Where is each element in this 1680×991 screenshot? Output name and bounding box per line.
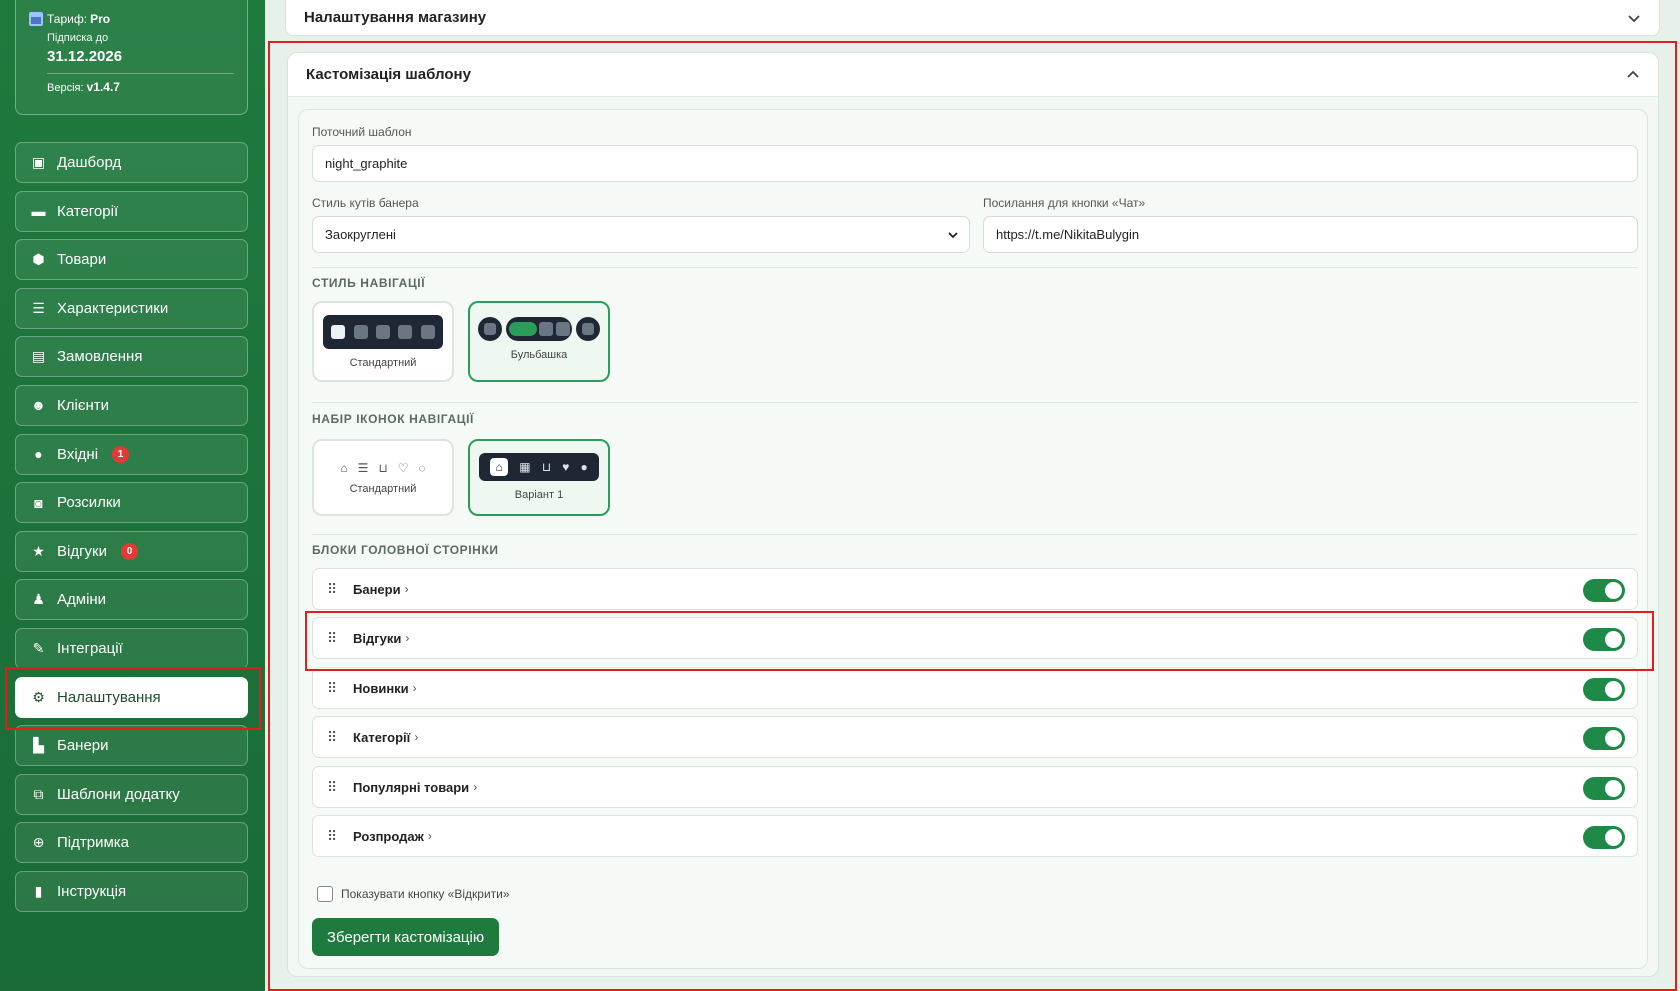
sidebar-item-orders[interactable]: ▤ Замовлення: [15, 336, 248, 378]
chevron-down-icon: [1628, 14, 1640, 22]
sidebar-item-label: Банери: [57, 737, 109, 755]
users-icon: ☻: [31, 397, 46, 414]
sidebar-item-label: Підтримка: [57, 834, 130, 852]
store-settings-header[interactable]: Налаштування магазину: [285, 0, 1660, 36]
sidebar-nav: ▣ Дашборд ▬ Категорії ⬢ Товари ☰ Характе…: [15, 142, 248, 920]
sidebar-item-banners[interactable]: ▙ Банери: [15, 725, 248, 767]
template-icon: ⧉: [33, 785, 44, 802]
admin-icon: ♟: [32, 591, 45, 608]
sidebar-item-label: Замовлення: [57, 348, 143, 366]
image-icon: ▙: [33, 737, 44, 754]
sidebar-item-label: Категорії: [57, 202, 119, 220]
version-value: v1.4.7: [86, 80, 120, 94]
dashboard-icon: ▣: [31, 154, 46, 170]
sidebar-item-manual[interactable]: ▮ Інструкція: [15, 870, 248, 912]
sidebar-item-reviews[interactable]: ★ Відгуки 0: [15, 530, 248, 572]
sidebar: Тариф: Pro Підписка до 31.12.2026 Версія…: [0, 0, 265, 991]
highlight-box-customization: [268, 41, 1677, 991]
tariff-value: Pro: [90, 12, 111, 26]
list-icon: ☰: [32, 299, 45, 316]
sidebar-item-mailings[interactable]: ◙ Розсилки: [15, 482, 248, 524]
chat-icon: ●: [34, 446, 43, 463]
sidebar-item-label: Дашборд: [57, 154, 122, 171]
subscription-date: 31.12.2026: [47, 48, 123, 65]
book-icon: ▮: [34, 882, 43, 899]
sidebar-item-inbox[interactable]: ● Вхідні 1: [15, 433, 248, 475]
sidebar-item-clients[interactable]: ☻ Клієнти: [15, 384, 248, 426]
main-content: Налаштування магазину Кастомізація шабло…: [265, 0, 1680, 991]
sidebar-item-label: Розсилки: [57, 494, 121, 512]
box-icon: ⬢: [32, 251, 45, 268]
plug-icon: ✎: [32, 639, 45, 656]
sidebar-item-support[interactable]: ⊕ Підтримка: [15, 822, 248, 864]
clipboard-icon: ▤: [31, 348, 46, 365]
highlight-box-settings: [5, 667, 261, 730]
inbox-count-badge: 1: [112, 445, 130, 463]
folder-icon: ▬: [31, 203, 46, 220]
sidebar-item-attributes[interactable]: ☰ Характеристики: [15, 287, 248, 329]
star-icon: ★: [32, 542, 45, 559]
lifebuoy-icon: ⊕: [32, 834, 45, 851]
version-label: Версія:: [47, 82, 84, 94]
sidebar-item-label: Вхідні: [57, 445, 99, 463]
highlight-box-reviews-block: [305, 611, 1654, 671]
sidebar-item-label: Інтеграції: [57, 639, 123, 657]
subscription-label: Підписка до: [47, 32, 109, 44]
sidebar-item-label: Товари: [57, 251, 107, 269]
divider: [47, 73, 234, 74]
sidebar-item-app-templates[interactable]: ⧉ Шаблони додатку: [15, 773, 248, 815]
sidebar-item-label: Характеристики: [57, 299, 169, 317]
calendar-icon: [29, 12, 43, 26]
sidebar-item-admins[interactable]: ♟ Адміни: [15, 579, 248, 621]
sidebar-item-categories[interactable]: ▬ Категорії: [15, 190, 248, 232]
sidebar-item-products[interactable]: ⬢ Товари: [15, 239, 248, 281]
sidebar-item-label: Адміни: [57, 591, 107, 609]
store-settings-title: Налаштування магазину: [304, 9, 487, 26]
reviews-count-badge: 0: [121, 542, 139, 560]
sidebar-item-label: Шаблони додатку: [57, 785, 180, 803]
sidebar-item-label: Відгуки: [57, 542, 108, 560]
sidebar-item-label: Клієнти: [57, 396, 110, 414]
sidebar-item-label: Інструкція: [57, 882, 127, 900]
plan-card: Тариф: Pro Підписка до 31.12.2026 Версія…: [15, 0, 248, 115]
tariff-label: Тариф:: [47, 12, 88, 26]
broadcast-icon: ◙: [34, 494, 43, 511]
sidebar-item-integrations[interactable]: ✎ Інтеграції: [15, 627, 248, 669]
sidebar-item-dashboard[interactable]: ▣ Дашборд: [15, 142, 248, 183]
